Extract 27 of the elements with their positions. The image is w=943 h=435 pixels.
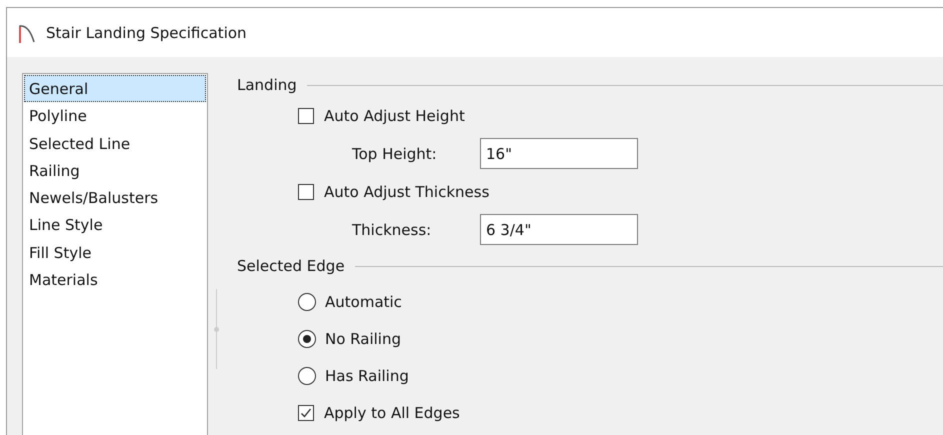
group-title: Selected Edge bbox=[237, 257, 345, 275]
radio-button[interactable] bbox=[298, 330, 316, 348]
sidebar-item[interactable]: Selected Line bbox=[24, 130, 206, 157]
radio-label: Automatic bbox=[325, 292, 402, 310]
checkbox-label: Apply to All Edges bbox=[324, 404, 460, 422]
sidebar-item[interactable]: Materials bbox=[24, 266, 206, 294]
sidebar-item[interactable]: Line Style bbox=[24, 211, 206, 239]
checkbox[interactable] bbox=[298, 404, 314, 420]
group-title: Landing bbox=[237, 76, 297, 94]
checkbox-label: Auto Adjust Height bbox=[324, 106, 465, 124]
checkbox[interactable] bbox=[298, 108, 314, 124]
radio-label: Has Railing bbox=[325, 366, 409, 384]
checkbox[interactable] bbox=[298, 184, 314, 200]
sidebar-item[interactable]: Newels/Balusters bbox=[24, 184, 206, 212]
input-field[interactable]: 16" bbox=[480, 138, 638, 169]
radio-label: No Railing bbox=[325, 330, 401, 348]
sidebar-item[interactable]: Fill Style bbox=[24, 238, 206, 266]
sidebar-item[interactable]: General bbox=[24, 75, 206, 102]
input-field[interactable]: 6 3/4" bbox=[480, 214, 638, 245]
window-title: Stair Landing Specification bbox=[46, 24, 247, 42]
radio-button[interactable] bbox=[298, 366, 316, 384]
field-label: Top Height: bbox=[352, 144, 438, 162]
field-label: Thickness: bbox=[352, 220, 432, 238]
sidebar-item[interactable]: Polyline bbox=[24, 102, 206, 130]
checkbox-label: Auto Adjust Thickness bbox=[324, 182, 490, 200]
radio-button[interactable] bbox=[298, 292, 316, 310]
sidebar-item[interactable]: Railing bbox=[24, 156, 206, 184]
